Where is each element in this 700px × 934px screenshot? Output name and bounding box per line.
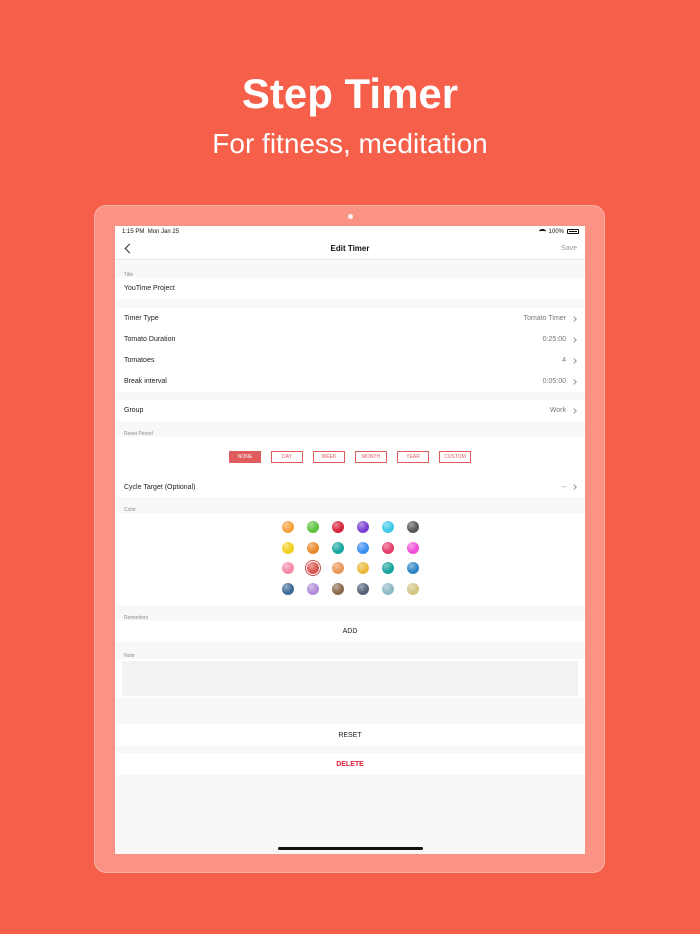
period-week[interactable]: WEEK (313, 451, 345, 463)
color-swatch[interactable] (406, 521, 419, 534)
page-title: Edit Timer (330, 243, 370, 253)
status-bar: 1:15 PM Mon Jan 25 100% (115, 226, 585, 237)
color-picker-grid (115, 513, 585, 605)
chevron-right-icon (571, 357, 577, 364)
color-swatch[interactable] (406, 541, 419, 554)
color-swatch[interactable] (381, 582, 394, 595)
color-row (115, 558, 585, 579)
row-label: Tomato Duration (124, 336, 176, 343)
period-custom[interactable]: CUSTOM (439, 451, 471, 463)
reset-button[interactable]: RESET (115, 724, 585, 746)
status-time: 1:15 PM Mon Jan 25 (122, 229, 179, 235)
row-label: Cycle Target (Optional) (124, 483, 196, 491)
color-swatch[interactable] (306, 521, 319, 534)
chevron-right-icon (571, 378, 577, 385)
color-swatch[interactable] (281, 582, 294, 595)
row-label: Tomatoes (124, 357, 155, 364)
group-row[interactable]: Group Work (115, 400, 585, 421)
color-swatch[interactable] (281, 562, 294, 575)
row-value: 0:05:00 (542, 378, 566, 385)
color-swatch[interactable] (356, 541, 369, 554)
status-indicators: 100% (538, 228, 579, 235)
camera-dot (348, 214, 353, 219)
color-swatch[interactable] (281, 541, 294, 554)
period-none[interactable]: NONE (229, 451, 261, 463)
color-row (115, 517, 585, 538)
period-day[interactable]: DAY (271, 451, 303, 463)
timer-type-row[interactable]: Timer Type Tomato Timer (115, 308, 585, 329)
break-interval-row[interactable]: Break interval 0:05:00 (115, 371, 585, 392)
status-date: Mon Jan 25 (147, 228, 180, 235)
cycle-target-row[interactable]: Cycle Target (Optional) -- (115, 477, 585, 497)
color-swatch[interactable] (356, 562, 369, 575)
note-container (115, 659, 585, 698)
color-swatch[interactable] (331, 541, 344, 554)
color-section-label: Color (124, 507, 136, 513)
color-swatch[interactable] (306, 541, 319, 554)
color-swatch[interactable] (356, 521, 369, 534)
status-time-clock: 1:15 PM (122, 228, 145, 235)
chevron-right-icon (571, 336, 577, 343)
row-label: Group (124, 407, 144, 414)
nav-bar: Edit Timer Save (115, 237, 585, 260)
title-section-label: Title (124, 272, 134, 278)
color-swatch[interactable] (331, 562, 344, 575)
promo-headline: Step Timer (241, 70, 459, 117)
delete-button[interactable]: DELETE (115, 753, 585, 775)
color-row (115, 538, 585, 559)
add-reminder-button[interactable]: ADD (115, 621, 585, 642)
tomato-duration-row[interactable]: Tomato Duration 0:25:00 (115, 329, 585, 350)
row-label: Break interval (124, 378, 167, 385)
app-screen: 1:15 PM Mon Jan 25 100% Edit Timer Save … (115, 226, 585, 854)
reminders-label: Reminders (124, 615, 149, 621)
color-swatch[interactable] (306, 582, 319, 595)
color-swatch[interactable] (381, 562, 394, 575)
title-input[interactable]: YouTime Project (115, 278, 585, 299)
color-swatch[interactable] (331, 582, 344, 595)
period-year[interactable]: YEAR (397, 451, 429, 463)
color-swatch[interactable] (406, 582, 419, 595)
tomatoes-row[interactable]: Tomatoes 4 (115, 350, 585, 371)
row-value: Tomato Timer (523, 315, 566, 322)
save-button[interactable]: Save (561, 245, 577, 252)
timer-settings-list: Timer Type Tomato Timer Tomato Duration … (115, 308, 585, 392)
note-label: Note (124, 653, 135, 659)
color-row (115, 579, 585, 600)
note-textarea[interactable] (122, 661, 578, 696)
color-swatch[interactable] (406, 562, 419, 575)
battery-icon (567, 229, 579, 234)
reset-period-selector: NONE DAY WEEK MONTH YEAR CUSTOM (115, 437, 585, 477)
home-indicator (278, 847, 423, 850)
row-value: -- (561, 483, 566, 491)
color-swatch[interactable] (306, 562, 319, 575)
row-value: 0:25:00 (542, 336, 566, 343)
chevron-right-icon (571, 484, 577, 490)
chevron-right-icon (571, 407, 577, 414)
tablet-frame: 1:15 PM Mon Jan 25 100% Edit Timer Save … (94, 205, 605, 873)
color-swatch[interactable] (381, 521, 394, 534)
color-swatch[interactable] (381, 541, 394, 554)
chevron-right-icon (571, 315, 577, 322)
row-label: Timer Type (124, 315, 159, 322)
period-month[interactable]: MONTH (355, 451, 387, 463)
promo-subhead: For fitness, meditation (212, 128, 488, 159)
wifi-icon (538, 229, 546, 234)
color-swatch[interactable] (356, 582, 369, 595)
back-chevron-icon[interactable] (124, 243, 135, 253)
title-value: YouTime Project (124, 285, 175, 292)
row-value: 4 (562, 357, 566, 364)
row-value: Work (549, 407, 566, 414)
color-swatch[interactable] (281, 521, 294, 534)
battery-percent: 100% (548, 228, 564, 235)
color-swatch[interactable] (331, 521, 344, 534)
reset-period-label: Reset Period (124, 431, 153, 437)
